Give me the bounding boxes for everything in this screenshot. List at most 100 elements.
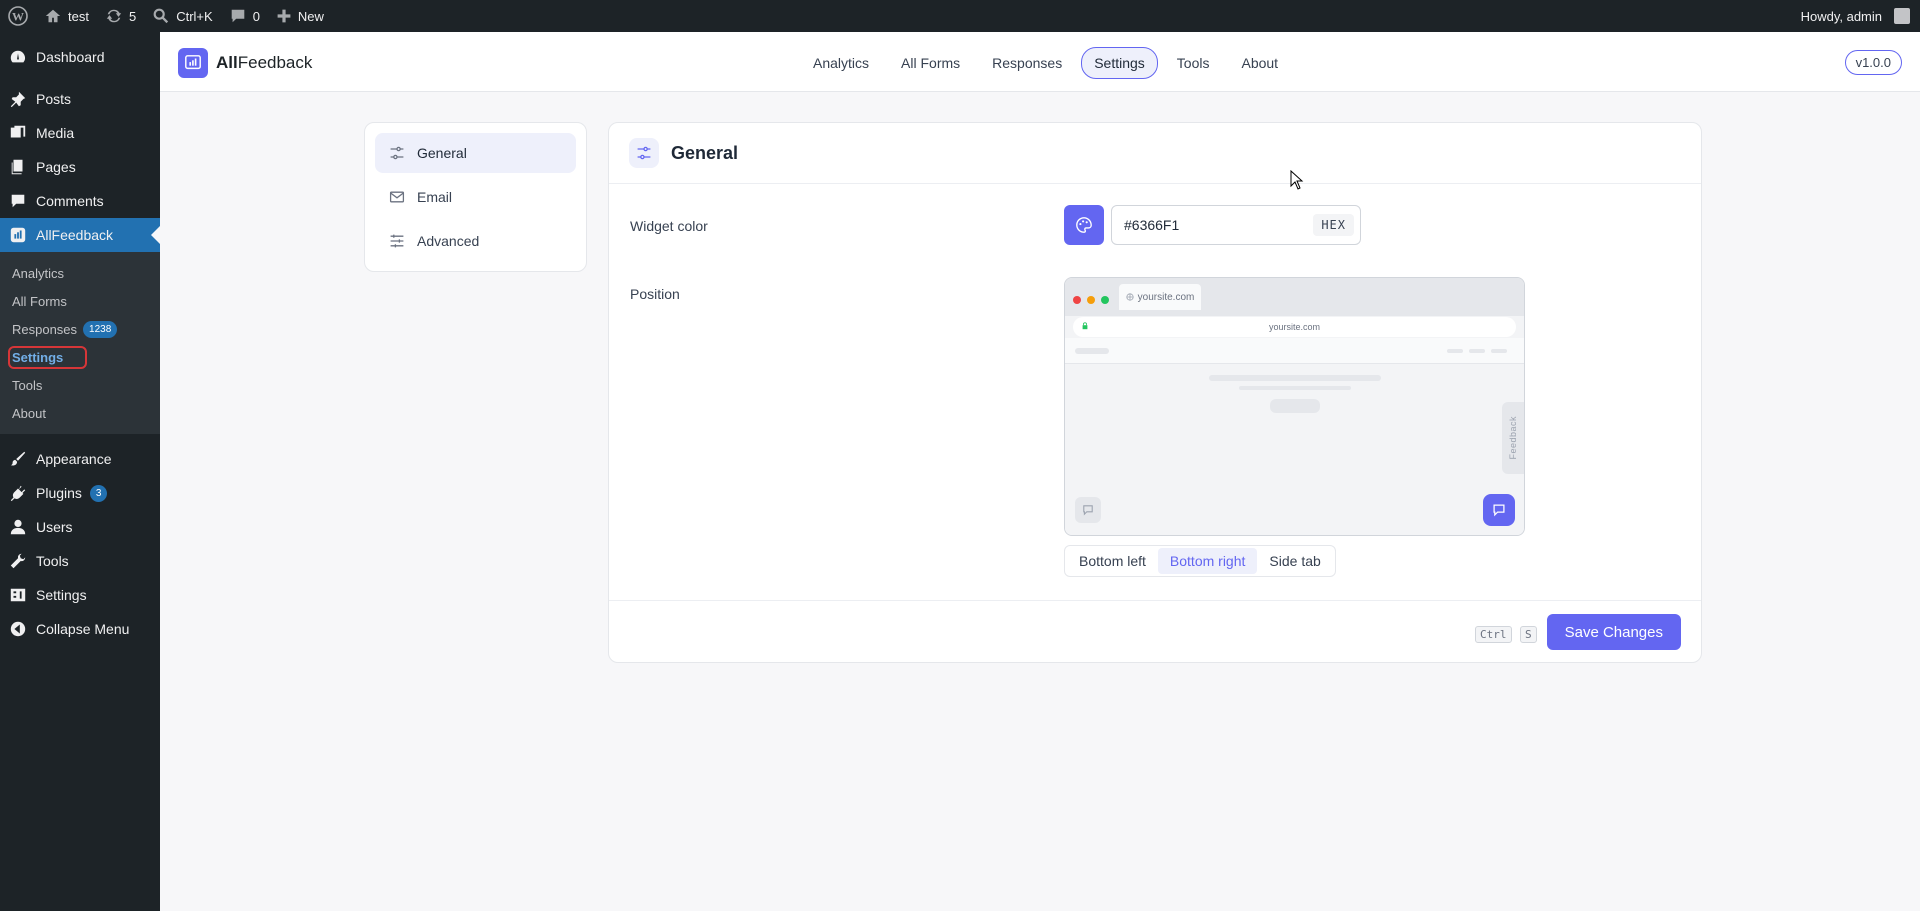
tab-settings[interactable]: Settings — [1081, 47, 1158, 79]
plugin-header: AllFeedback Analytics All Forms Response… — [160, 32, 1920, 92]
preview-tab: yoursite.com — [1119, 284, 1201, 310]
widget-color-label: Widget color — [630, 218, 708, 234]
dashboard-icon — [8, 47, 28, 67]
sidebar-item-settings[interactable]: Settings — [0, 578, 160, 612]
wordpress-logo-icon[interactable]: W — [0, 0, 36, 32]
responses-count-badge: 1238 — [83, 320, 118, 338]
position-side-tab[interactable]: Side tab — [1257, 548, 1332, 574]
comment-icon — [231, 9, 244, 23]
preview-side-tab[interactable]: Feedback — [1502, 402, 1524, 474]
submenu-label: Analytics — [12, 265, 65, 281]
preview-bottom-left-button[interactable] — [1075, 497, 1101, 523]
site-name-link[interactable]: test — [36, 0, 97, 32]
submenu-item-analytics[interactable]: Analytics — [0, 259, 160, 287]
submenu-label: Settings — [7, 345, 88, 369]
avatar — [1894, 8, 1910, 24]
submenu-label: Responses — [12, 321, 78, 337]
sidebar-item-appearance[interactable]: Appearance — [0, 442, 160, 476]
media-icon — [8, 123, 28, 143]
sidebar-item-tools[interactable]: Tools — [0, 544, 160, 578]
shortcut-s-key: S — [1520, 626, 1537, 643]
submenu-item-tools[interactable]: Tools — [0, 371, 160, 399]
preview-address: yoursite.com — [1268, 322, 1321, 332]
sidebar-item-label: Posts — [36, 91, 72, 107]
preview-browser-chrome: yoursite.com yoursite.com — [1065, 278, 1524, 337]
brand-name-rest: Feedback — [237, 53, 313, 72]
comment-icon — [8, 191, 28, 211]
sidebar-item-label: AllFeedback — [36, 227, 114, 243]
updates-link[interactable]: 5 — [97, 0, 144, 32]
allfeedback-icon — [8, 225, 28, 245]
settings-nav-advanced[interactable]: Advanced — [375, 221, 576, 261]
globe-icon — [1126, 293, 1134, 301]
palette-icon — [1076, 217, 1092, 233]
tab-about[interactable]: About — [1228, 47, 1291, 79]
collapse-menu-button[interactable]: Collapse Menu — [0, 612, 160, 646]
sidebar-item-allfeedback[interactable]: AllFeedback — [0, 218, 160, 252]
widget-color-input[interactable] — [1124, 217, 1314, 233]
version-badge: v1.0.0 — [1844, 50, 1902, 75]
sliders-icon — [629, 138, 659, 168]
comments-link[interactable]: 0 — [221, 0, 268, 32]
home-icon — [45, 9, 61, 23]
settings-nav-label: Email — [417, 189, 453, 205]
sidebar-item-label: Dashboard — [36, 49, 105, 65]
save-changes-button[interactable]: Save Changes — [1546, 614, 1681, 650]
settings-nav-email[interactable]: Email — [375, 177, 576, 217]
updates-count: 5 — [128, 8, 137, 24]
plus-icon — [277, 9, 291, 23]
site-name-label: test — [68, 8, 89, 24]
sidebar-item-dashboard[interactable]: Dashboard — [0, 40, 160, 74]
admin-bar: W test 5 Ctrl+K 0 New Howdy, admin — [0, 0, 1920, 32]
sidebar-item-label: Tools — [36, 553, 69, 569]
tab-all-forms[interactable]: All Forms — [888, 47, 973, 79]
close-dot — [1073, 296, 1081, 304]
submenu-item-all-forms[interactable]: All Forms — [0, 287, 160, 315]
submenu-item-settings[interactable]: Settings — [0, 343, 160, 371]
sidebar-item-media[interactable]: Media — [0, 116, 160, 150]
sidebar-item-posts[interactable]: Posts — [0, 82, 160, 116]
pushpin-icon — [8, 89, 28, 109]
widget-color-field[interactable]: HEX — [1111, 205, 1361, 245]
brand[interactable]: AllFeedback — [178, 48, 312, 78]
search-shortcut[interactable]: Ctrl+K — [144, 0, 220, 32]
tab-responses[interactable]: Responses — [979, 47, 1075, 79]
position-bottom-right[interactable]: Bottom right — [1157, 548, 1258, 574]
settings-nav-label: Advanced — [417, 233, 480, 249]
tab-tools[interactable]: Tools — [1164, 47, 1223, 79]
submenu-item-responses[interactable]: Responses 1238 — [0, 315, 160, 343]
general-settings-card: General Widget color HEX Position yoursi… — [608, 122, 1702, 663]
card-title: General — [671, 142, 739, 163]
new-content-link[interactable]: New — [268, 0, 332, 32]
sidebar-item-users[interactable]: Users — [0, 510, 160, 544]
account-menu[interactable]: Howdy, admin — [1793, 0, 1920, 32]
sidebar-item-label: Media — [36, 125, 75, 141]
shortcut-ctrl-key: Ctrl — [1475, 626, 1512, 643]
admin-sidebar: Dashboard Posts Media Pages Comments All… — [0, 32, 160, 911]
preview-bottom-right-button[interactable] — [1483, 494, 1515, 526]
allfeedback-submenu: Analytics All Forms Responses 1238 Settin… — [0, 252, 160, 434]
sidebar-item-comments[interactable]: Comments — [0, 184, 160, 218]
color-picker-button[interactable] — [1064, 205, 1104, 245]
submenu-item-about[interactable]: About — [0, 399, 160, 427]
skeleton-line — [1491, 349, 1507, 353]
position-label: Position — [630, 286, 680, 302]
sidebar-item-pages[interactable]: Pages — [0, 150, 160, 184]
mail-icon — [389, 191, 405, 203]
sidebar-item-label: Comments — [36, 193, 104, 209]
skeleton-line — [1239, 386, 1351, 390]
brand-name: AllFeedback — [216, 53, 312, 73]
card-footer: Ctrl S Save Changes — [609, 600, 1701, 662]
preview-side-tab-label: Feedback — [1508, 416, 1518, 460]
sidebar-item-plugins[interactable]: Plugins 3 — [0, 476, 160, 510]
settings-nav-general[interactable]: General — [375, 133, 576, 173]
collapse-arrow-icon — [8, 619, 28, 639]
plug-icon — [8, 483, 28, 503]
hex-format-tag: HEX — [1313, 214, 1354, 236]
position-bottom-left[interactable]: Bottom left — [1067, 548, 1158, 574]
tab-analytics[interactable]: Analytics — [800, 47, 882, 79]
user-icon — [8, 517, 28, 537]
skeleton-line — [1209, 375, 1381, 381]
minimize-dot — [1087, 296, 1095, 304]
position-selector: Bottom left Bottom right Side tab — [1064, 545, 1336, 577]
